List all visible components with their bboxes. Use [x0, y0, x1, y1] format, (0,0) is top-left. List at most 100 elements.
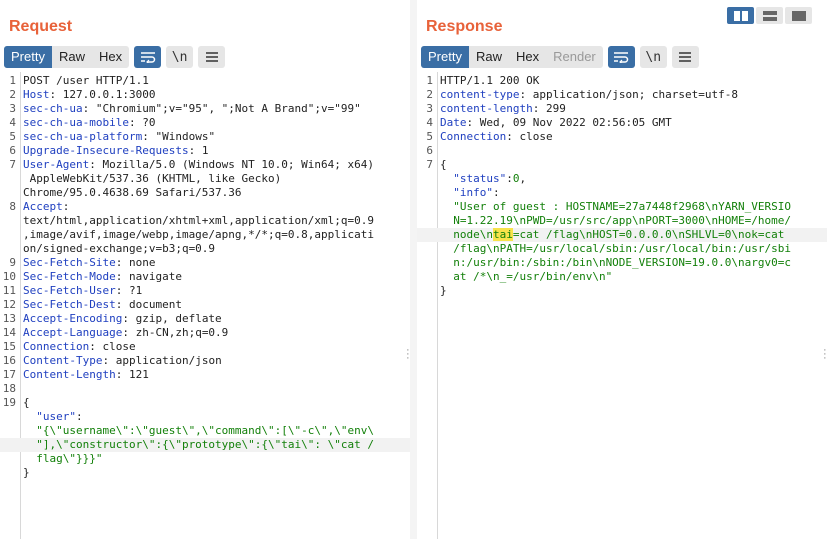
- code-token: : gzip, deflate: [122, 312, 222, 325]
- code-token: Sec-Fetch-Mode: [23, 270, 116, 283]
- code-text: ,image/avif,image/webp,image/apng,*/*;q=…: [23, 228, 374, 242]
- code-text: Host: 127.0.0.1:3000: [23, 88, 155, 102]
- code-line: 5 sec-ch-ua-platform: "Windows": [0, 130, 410, 144]
- code-token: : 1: [188, 144, 209, 157]
- code-text: }: [23, 466, 30, 480]
- response-lines: 1 HTTP/1.1 200 OK 2 content-type: applicati…: [417, 74, 827, 298]
- code-text: Chrome/95.0.4638.69 Safari/537.36: [23, 186, 242, 200]
- tab-raw[interactable]: Raw: [52, 46, 92, 68]
- code-text: }: [440, 284, 447, 298]
- menu-button[interactable]: [198, 46, 226, 68]
- show-newlines-button[interactable]: \n: [639, 46, 667, 68]
- response-view-tabs: Pretty Raw Hex Render: [421, 46, 603, 68]
- show-newlines-button[interactable]: \n: [166, 46, 194, 68]
- code-line: 7{: [417, 158, 827, 172]
- menu-button[interactable]: [671, 46, 699, 68]
- code-token: Date: [440, 116, 467, 129]
- code-token: at /*\n_=/usr/bin/env\n": [440, 270, 613, 283]
- code-token: : 121: [115, 368, 149, 381]
- code-token: HTTP/1.1 200 OK: [440, 74, 540, 87]
- code-line: 6 Upgrade-Insecure-Requests: 1: [0, 144, 410, 158]
- code-token: : close: [89, 340, 136, 353]
- wrap-lines-button[interactable]: [607, 46, 635, 68]
- tab-raw[interactable]: Raw: [469, 46, 509, 68]
- code-line: 1 POST /user HTTP/1.1: [0, 74, 410, 88]
- code-token: : application/json: [102, 354, 222, 367]
- tab-render[interactable]: Render: [546, 46, 603, 68]
- code-token: Content-Type: [23, 354, 103, 367]
- layout-side-by-side-button[interactable]: [727, 7, 754, 24]
- code-text: "User of guest : HOSTNAME=27a7448f2968\n…: [440, 200, 791, 214]
- code-line: Chrome/95.0.4638.69 Safari/537.36: [0, 186, 410, 200]
- layout-tabs-button[interactable]: [785, 7, 812, 24]
- code-text: "info":: [440, 186, 499, 200]
- line-number: 3: [426, 102, 433, 115]
- tab-pretty[interactable]: Pretty: [4, 46, 52, 68]
- line-number: 10: [2, 270, 16, 283]
- line-number: 13: [2, 312, 16, 325]
- line-number: 3: [9, 102, 16, 115]
- wrap-lines-button[interactable]: [134, 46, 162, 68]
- code-token: : application/json; charset=utf-8: [519, 88, 739, 101]
- request-title: Request: [9, 18, 73, 35]
- code-line: n:/usr/bin:/sbin:/bin\nNODE_VERSION=19.0…: [417, 256, 827, 270]
- code-token: AppleWebKit/537.36 (KHTML, like Gecko): [23, 172, 282, 185]
- tab-hex[interactable]: Hex: [92, 46, 129, 68]
- line-number: 16: [2, 354, 16, 367]
- code-token: Accept: [23, 200, 63, 213]
- code-text: Content-Length: 121: [23, 368, 149, 382]
- code-text: on/signed-exchange;v=b3;q=0.9: [23, 242, 215, 256]
- code-text: node\ntai=cat /flag\nHOST=0.0.0.0\nSHLVL…: [440, 228, 784, 242]
- code-text: "status":0,: [440, 172, 526, 186]
- code-line: 11 Sec-Fetch-User: ?1: [0, 284, 410, 298]
- code-text: sec-ch-ua: "Chromium";v="95", ";Not A Br…: [23, 102, 361, 116]
- code-text: Sec-Fetch-User: ?1: [23, 284, 142, 298]
- code-line: 19 {: [0, 396, 410, 410]
- code-token: tai: [492, 228, 513, 241]
- code-line: ,image/avif,image/webp,image/apng,*/*;q=…: [0, 228, 410, 242]
- code-text: content-type: application/json; charset=…: [440, 88, 738, 102]
- line-number: 5: [9, 130, 16, 143]
- request-lines: 1 POST /user HTTP/1.1 2 Host: 127.0.0.1:300…: [0, 74, 410, 480]
- code-token: User-Agent: [23, 158, 90, 171]
- resize-handle-icon[interactable]: · · ·: [823, 345, 827, 364]
- code-token: : ?1: [115, 284, 143, 297]
- line-number: 8: [9, 200, 16, 213]
- tab-hex[interactable]: Hex: [509, 46, 546, 68]
- line-number: 9: [9, 256, 16, 269]
- code-line: "info":: [417, 186, 827, 200]
- code-line: 16 Content-Type: application/json: [0, 354, 410, 368]
- single-pane-icon: [791, 10, 806, 21]
- code-token: : 127.0.0.1:3000: [49, 88, 156, 101]
- line-number: 11: [2, 284, 16, 297]
- code-token: : document: [115, 298, 182, 311]
- code-token: Host: [23, 88, 50, 101]
- code-text: Sec-Fetch-Dest: document: [23, 298, 182, 312]
- code-line: text/html,application/xhtml+xml,applicat…: [0, 214, 410, 228]
- line-number: 15: [2, 340, 16, 353]
- code-token: Connection: [440, 130, 507, 143]
- layout-stacked-button[interactable]: [756, 7, 783, 24]
- line-number: 7: [426, 158, 433, 171]
- code-line: 12 Sec-Fetch-Dest: document: [0, 298, 410, 312]
- code-token: Accept-Encoding: [23, 312, 123, 325]
- tab-pretty[interactable]: Pretty: [421, 46, 469, 68]
- code-text: "{\"username\":\"guest\",\"command\":[\"…: [23, 424, 374, 438]
- line-number: 1: [426, 74, 433, 87]
- code-text: Sec-Fetch-Mode: navigate: [23, 270, 182, 284]
- code-token: : "Windows": [142, 130, 216, 143]
- code-text: Connection: close: [440, 130, 553, 144]
- code-text: /flag\nPATH=/usr/local/sbin:/usr/local/b…: [440, 242, 791, 256]
- line-number: 7: [9, 158, 16, 171]
- response-editor[interactable]: 1 HTTP/1.1 200 OK 2 content-type: applicati…: [417, 72, 827, 539]
- code-text: {: [23, 396, 30, 410]
- request-editor[interactable]: 1 POST /user HTTP/1.1 2 Host: 127.0.0.1:300…: [0, 72, 410, 539]
- code-line: }: [417, 284, 827, 298]
- rows-icon: [762, 10, 777, 21]
- code-token: Sec-Fetch-Site: [23, 256, 116, 269]
- code-token: Connection: [23, 340, 90, 353]
- code-line: 13 Accept-Encoding: gzip, deflate: [0, 312, 410, 326]
- wrap-lines-icon: [614, 52, 629, 63]
- pane-divider[interactable]: [410, 0, 417, 539]
- code-line: AppleWebKit/537.36 (KHTML, like Gecko): [0, 172, 410, 186]
